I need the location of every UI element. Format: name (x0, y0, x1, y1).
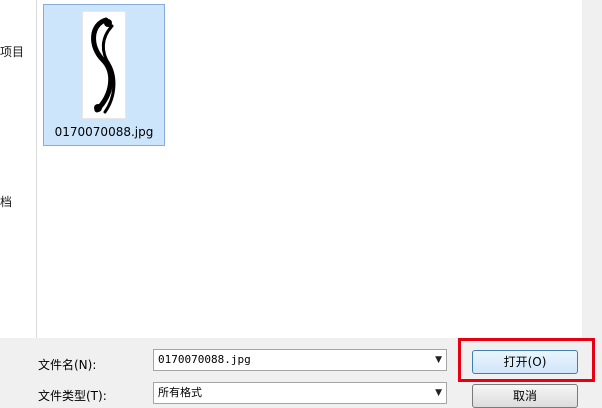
dropdown-arrow-icon[interactable]: ▼ (435, 350, 442, 370)
highlight-annotation (458, 338, 595, 382)
filetype-select[interactable]: 所有格式 ▼ (153, 382, 447, 404)
scroll-gutter (582, 0, 602, 338)
filename-label: 文件名(N): (38, 358, 97, 372)
filename-input[interactable]: 0170070088.jpg ▼ (153, 349, 447, 371)
file-list: 0170070088.jpg (37, 0, 582, 338)
cancel-button[interactable]: 取消 (472, 384, 578, 408)
file-name-label: 0170070088.jpg (54, 125, 154, 139)
navigation-pane: 项目 档 (0, 0, 36, 338)
filetype-value: 所有格式 (158, 386, 202, 399)
nav-item-documents[interactable]: 档 (0, 193, 12, 210)
image-thumbnail (82, 11, 126, 119)
file-item[interactable]: 0170070088.jpg (43, 4, 165, 146)
nav-item-projects[interactable]: 项目 (0, 43, 24, 60)
filename-value: 0170070088.jpg (158, 353, 251, 366)
filetype-label: 文件类型(T): (38, 389, 107, 403)
swirl-ornament-icon (91, 17, 116, 114)
dropdown-arrow-icon[interactable]: ▼ (435, 383, 442, 403)
